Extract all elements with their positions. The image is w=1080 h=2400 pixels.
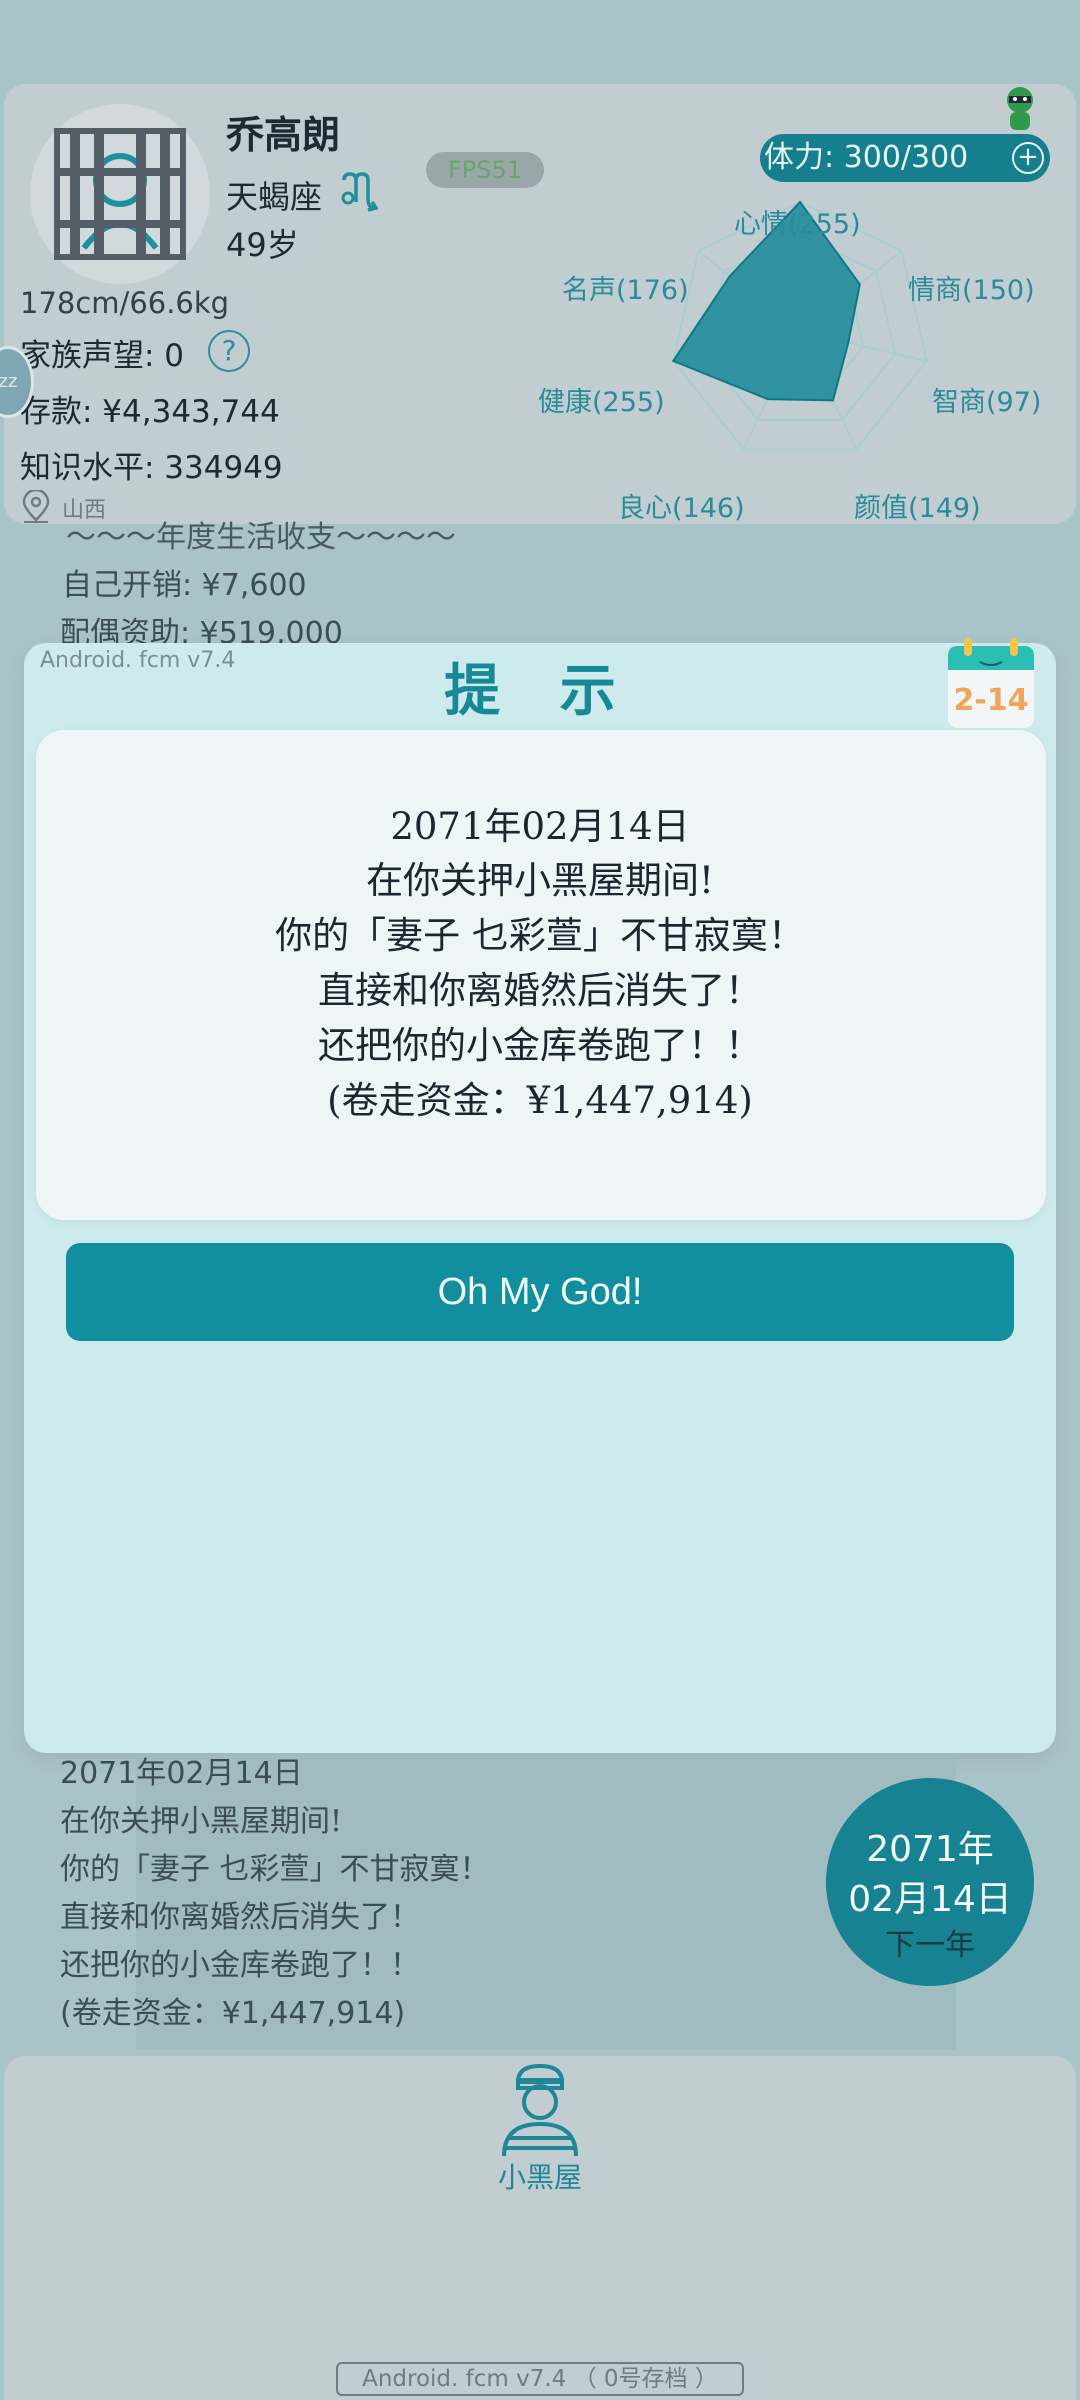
radar-label-looks: 颜值(149) <box>854 493 981 524</box>
savings: 存款: ¥4,343,744 <box>20 394 280 430</box>
add-stamina-button[interactable]: + <box>1012 142 1044 174</box>
radar-label-fame: 名声(176) <box>562 275 689 306</box>
radar-label-mood: 心情(255) <box>734 209 861 240</box>
dialog-title: 提 示 <box>444 658 636 724</box>
fps-badge: FPS51 <box>426 152 544 188</box>
current-year: 2071年 <box>866 1829 994 1870</box>
message-line: (卷走资金：¥1,447,914) <box>327 1079 753 1122</box>
log-line: 还把你的小金库卷跑了！！ <box>60 1948 420 1983</box>
radar-label-conscience: 良心(146) <box>618 493 745 524</box>
avatar[interactable] <box>30 104 210 284</box>
location-pin-icon <box>22 490 50 523</box>
prisoner-icon[interactable] <box>490 2060 590 2160</box>
scorpio-icon <box>341 172 378 212</box>
radar-label-health: 健康(255) <box>538 387 665 418</box>
log-line: 2071年02月14日 <box>60 1756 303 1791</box>
message-line: 在你关押小黑屋期间! <box>366 859 714 902</box>
reputation-help-button[interactable]: ? <box>208 330 250 372</box>
next-year-label: 下一年 <box>885 1928 975 1963</box>
zodiac: 天蝎座 <box>226 178 323 216</box>
log-line: 直接和你离婚然后消失了！ <box>60 1900 420 1935</box>
message-line: 2071年02月14日 <box>390 805 690 848</box>
message-line: 直接和你离婚然后消失了！ <box>318 969 762 1012</box>
log-line: 你的「妻子 乜彩萱」不甘寂寞！ <box>60 1852 490 1887</box>
calendar-date: 2-14 <box>953 683 1028 718</box>
version-save-footer: Android. fcm v7.4 （ 0号存档 ） <box>336 2362 744 2396</box>
ninja-mascot-icon[interactable] <box>1000 84 1040 132</box>
annual-summary-title: ～～～年度生活收支～～～～ <box>66 520 456 555</box>
jail-label: 小黑屋 <box>497 2161 582 2194</box>
own-expense: 自己开销: ¥7,600 <box>62 568 307 603</box>
prisoner-avatar-icon <box>54 128 186 260</box>
log-line: 在你关押小黑屋期间! <box>60 1804 343 1839</box>
current-date: 02月14日 <box>848 1879 1012 1920</box>
confirm-button[interactable]: Oh My God! <box>66 1243 1014 1341</box>
calendar-icon: 2-14 <box>948 638 1034 728</box>
character-name: 乔高朗 <box>226 113 341 157</box>
knowledge-level: 知识水平: 334949 <box>20 450 283 486</box>
age: 49岁 <box>226 226 299 264</box>
log-line: (卷走资金：¥1,447,914) <box>60 1996 406 2031</box>
radar-label-eq: 情商(150) <box>908 275 1035 306</box>
message-line: 你的「妻子 乜彩萱」不甘寂寞！ <box>275 914 805 957</box>
radar-label-iq: 智商(97) <box>932 387 1042 418</box>
next-year-button[interactable]: 2071年 02月14日 下一年 <box>826 1778 1034 1986</box>
message-line: 还把你的小金库卷跑了！！ <box>318 1024 762 1067</box>
family-reputation: 家族声望: 0 <box>20 338 185 374</box>
height-weight: 178cm/66.6kg <box>20 286 230 320</box>
